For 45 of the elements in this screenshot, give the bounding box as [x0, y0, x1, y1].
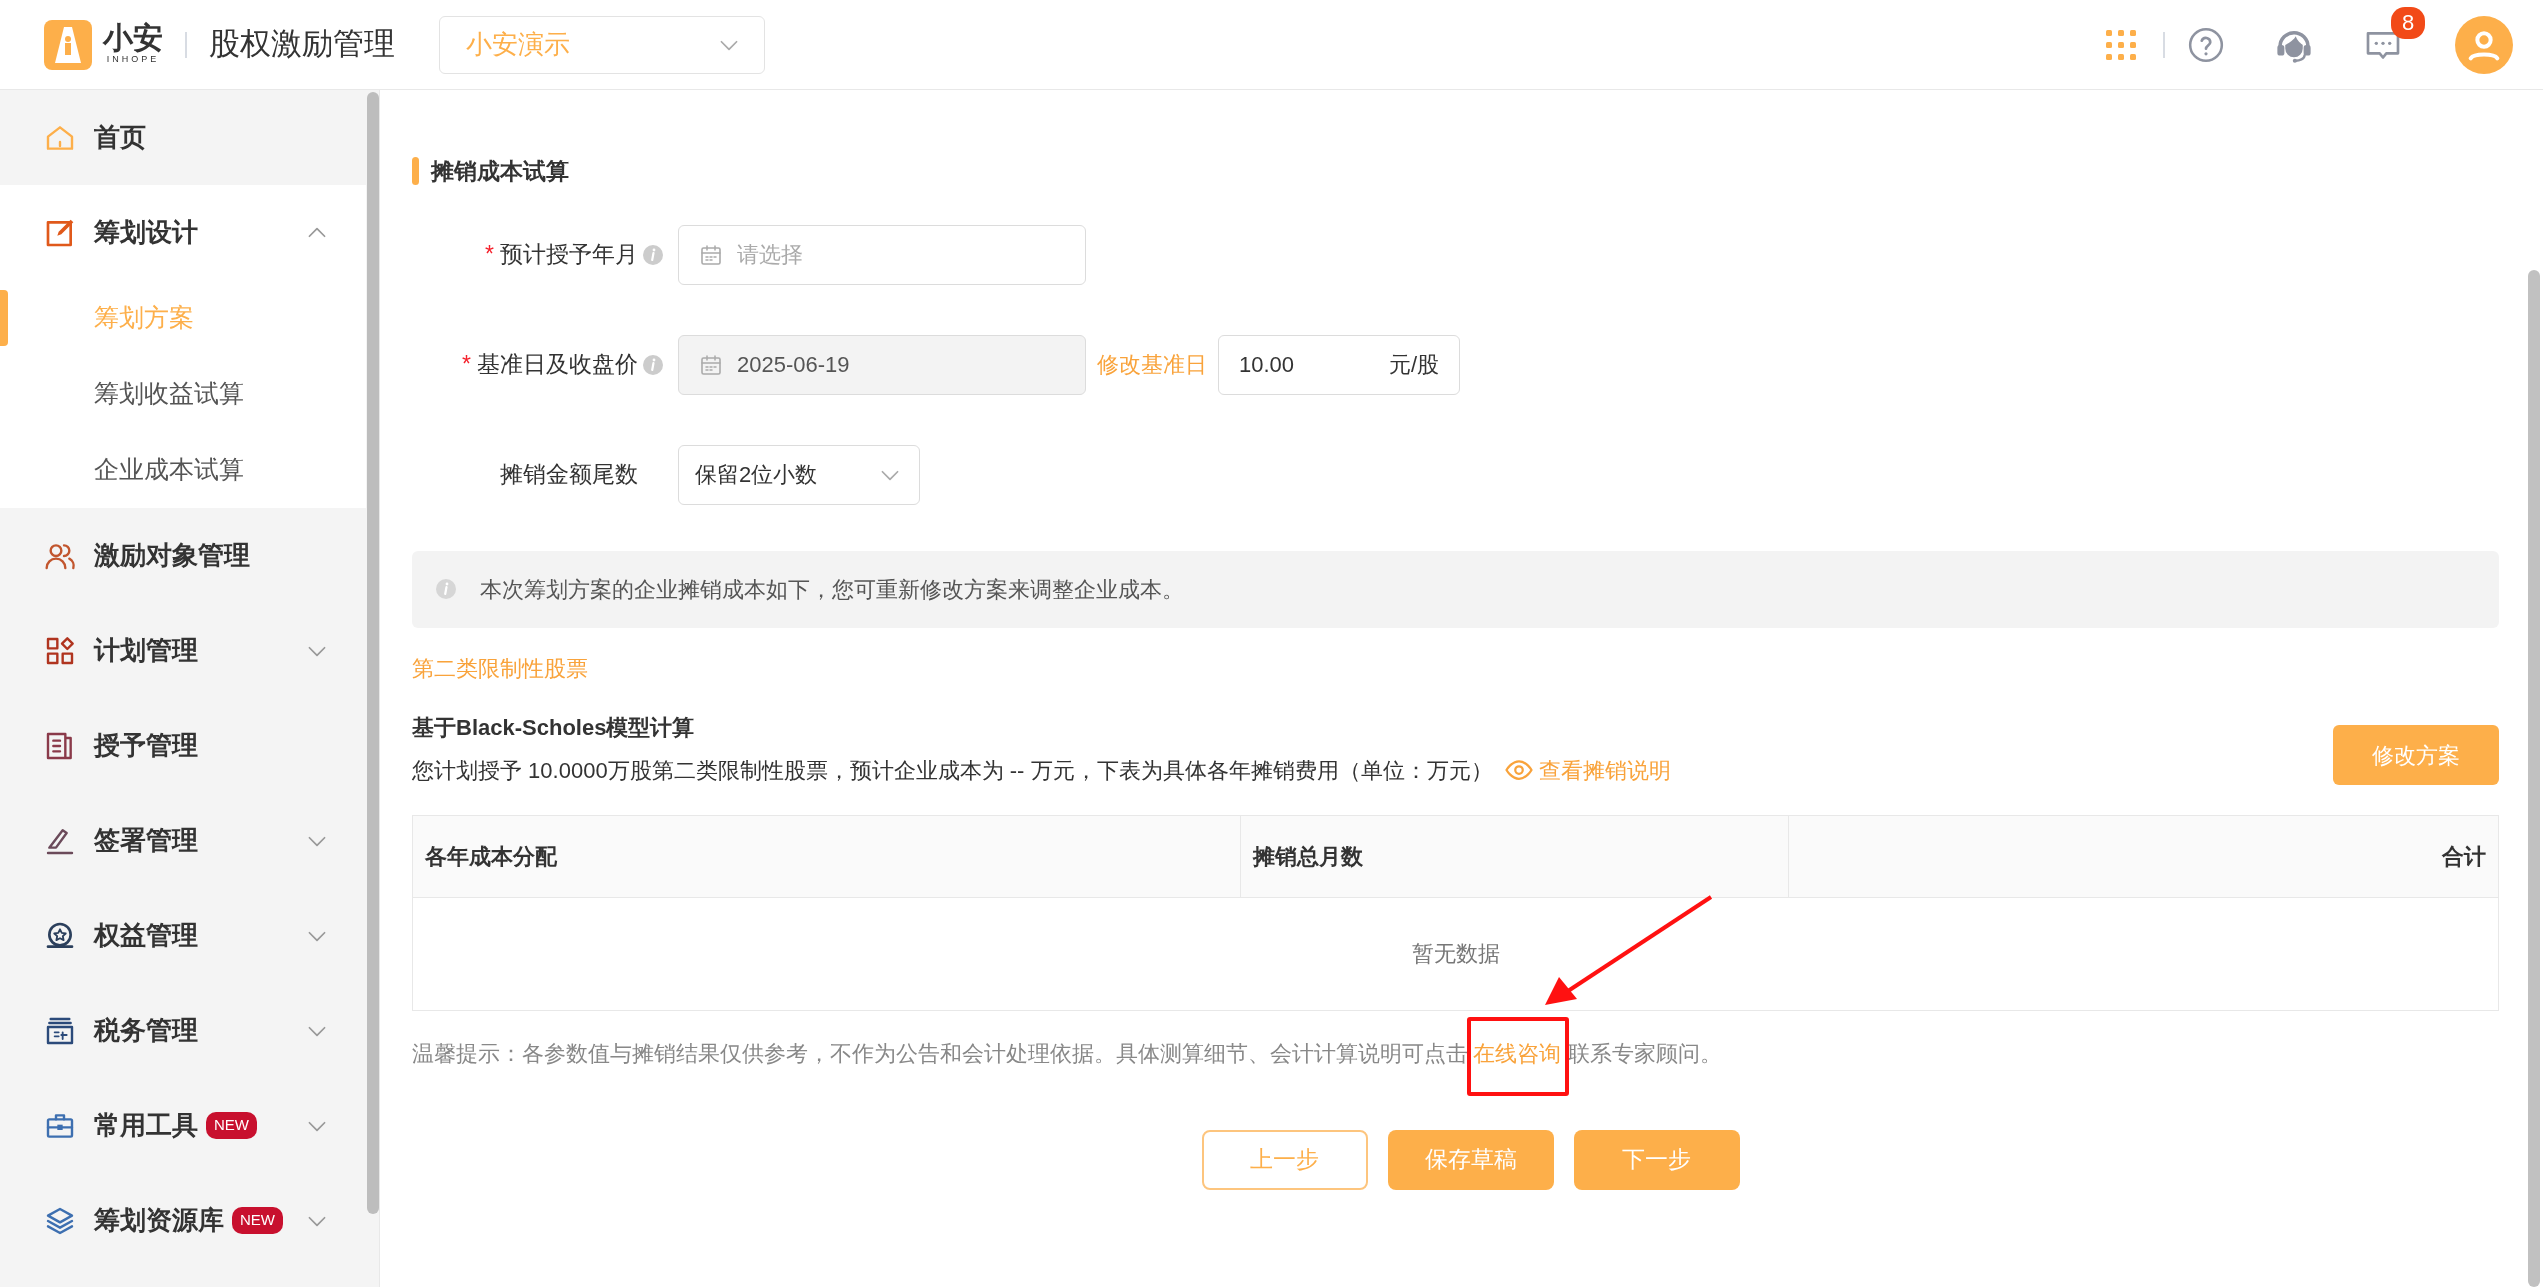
sidebar-item[interactable]: 权益管理: [0, 888, 366, 983]
model-title: 基于Black-Scholes模型计算: [412, 713, 696, 742]
required-mark: *: [485, 240, 494, 270]
info-icon: [434, 577, 458, 601]
calendar-icon: [699, 352, 723, 377]
empty-text: 暂无数据: [1411, 940, 1500, 968]
category-label: 第二类限制性股票: [412, 654, 589, 683]
required-mark: *: [462, 350, 471, 380]
rounding-select[interactable]: 保留2位小数: [678, 444, 920, 505]
sidebar-item[interactable]: 计划管理: [0, 603, 366, 698]
app-title: 股权激励管理: [209, 25, 395, 64]
summary-text: 您计划授予 10.0000万股第二类限制性股票，预计企业成本为 -- 万元，下表为具体各年摊销费用（单位：万元）: [412, 756, 1493, 785]
field-label: 基准日及收盘价: [477, 350, 638, 380]
scrollbar-thumb[interactable]: [2528, 270, 2540, 1287]
section-title: 摊销成本试算: [431, 157, 569, 186]
sidebar-item[interactable]: 签署管理: [0, 793, 366, 888]
sidebar-item[interactable]: 税务管理: [0, 983, 366, 1078]
sidebar-item[interactable]: 授予管理: [0, 698, 366, 793]
title-accent-bar: [412, 157, 419, 186]
user-avatar[interactable]: [2455, 15, 2513, 74]
new-badge: NEW: [206, 1112, 257, 1139]
sidebar-item[interactable]: 常用工具 NEW: [0, 1078, 366, 1173]
info-text: 本次筹划方案的企业摊销成本如下，您可重新修改方案来调整企业成本。: [480, 575, 1184, 604]
logo-icon: [44, 19, 92, 70]
grid-shapes-icon: [44, 634, 76, 667]
selection-indicator: [0, 290, 8, 346]
sidebar-item[interactable]: 筹划设计: [0, 185, 366, 280]
hint-text: 温馨提示：各参数值与摊销结果仅供参考，不作为公告和会计处理依据。具体测算细节、会计计算说明可点击 在线咨询 联系专家顾问。: [412, 1036, 2499, 1070]
logo-text: 小安: [103, 22, 163, 53]
field-label: 预计授予年月: [500, 240, 638, 270]
calendar-icon: [699, 242, 723, 267]
sidebar-item[interactable]: 首页: [0, 90, 366, 185]
help-icon[interactable]: [2187, 25, 2225, 64]
column-header: 合计: [2441, 842, 2487, 871]
new-badge: NEW: [232, 1207, 283, 1234]
field-label: 摊销金额尾数: [500, 460, 638, 490]
sidebar-item[interactable]: 激励对象管理: [0, 508, 366, 603]
sidebar-subitem[interactable]: 企业成本试算: [0, 432, 366, 508]
column-header: 各年成本分配: [413, 815, 1241, 897]
sidebar-subitem[interactable]: 筹划收益试算: [0, 356, 366, 432]
column-header: 摊销总月数: [1241, 815, 1789, 897]
sidebar-item[interactable]: 筹划资源库 NEW: [0, 1173, 366, 1268]
scrollbar-thumb[interactable]: [367, 92, 379, 1214]
notification-badge: 8: [2391, 6, 2425, 39]
logo-subtext: INHOPE: [106, 53, 160, 66]
